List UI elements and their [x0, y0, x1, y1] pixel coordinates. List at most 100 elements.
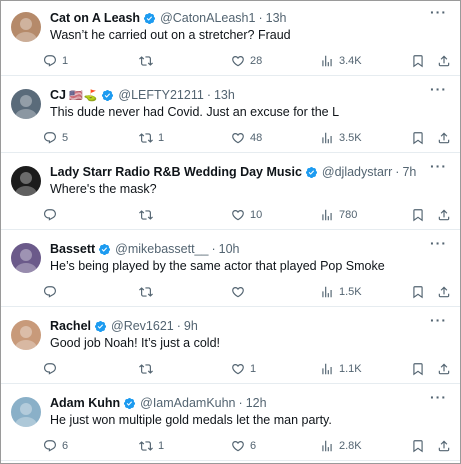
reply-button[interactable] — [43, 207, 62, 223]
more-options-icon[interactable]: ··· — [430, 390, 446, 406]
reply-button[interactable] — [43, 284, 62, 300]
tweet-text: Good job Noah! It’s just a cold! — [50, 336, 221, 350]
like-button[interactable]: 6 — [231, 438, 256, 454]
share-button[interactable] — [437, 438, 451, 454]
views-button[interactable]: 3.4K — [320, 53, 362, 69]
reply-button[interactable] — [43, 361, 62, 377]
views-button[interactable]: 1.1K — [320, 361, 362, 377]
user-handle[interactable]: @LEFTY21211 — [118, 88, 203, 102]
bookmark-button[interactable] — [411, 53, 425, 69]
heart-icon — [231, 439, 245, 453]
bookmark-icon — [411, 362, 425, 376]
retweet-button[interactable]: 1 — [139, 438, 164, 454]
user-handle[interactable]: @CatonALeash1 — [160, 11, 255, 25]
like-button[interactable]: 48 — [231, 130, 262, 146]
view-count: 3.5K — [339, 132, 362, 144]
share-icon — [437, 439, 451, 453]
retweet-button[interactable] — [139, 284, 158, 300]
retweet-button[interactable] — [139, 53, 158, 69]
tweet-text: He’s being played by the same actor that… — [50, 259, 385, 273]
heart-icon — [231, 54, 245, 68]
avatar[interactable] — [11, 397, 41, 427]
bookmark-button[interactable] — [411, 438, 425, 454]
reply-count: 6 — [62, 440, 69, 452]
display-name[interactable]: Cat on A Leash — [50, 11, 140, 25]
share-icon — [437, 362, 451, 376]
reply-icon — [43, 285, 57, 299]
share-button[interactable] — [437, 361, 451, 377]
like-count: 6 — [250, 440, 257, 452]
avatar[interactable] — [11, 243, 41, 273]
avatar[interactable] — [11, 320, 41, 350]
avatar[interactable] — [11, 89, 41, 119]
display-name[interactable]: Lady Starr Radio R&B Wedding Day Music — [50, 165, 302, 179]
tweet-row[interactable]: Lady Starr Radio R&B Wedding Day Music @… — [1, 155, 460, 230]
user-handle[interactable]: @IamAdamKuhn — [140, 396, 235, 410]
more-options-icon[interactable]: ··· — [430, 159, 446, 175]
share-button[interactable] — [437, 130, 451, 146]
timestamp[interactable]: 13h — [266, 11, 287, 25]
bookmark-button[interactable] — [411, 130, 425, 146]
display-name[interactable]: CJ — [50, 88, 66, 102]
share-button[interactable] — [437, 207, 451, 223]
views-icon — [320, 131, 334, 145]
views-button[interactable]: 3.5K — [320, 130, 362, 146]
more-options-icon[interactable]: ··· — [430, 236, 446, 252]
views-button[interactable]: 1.5K — [320, 284, 362, 300]
retweet-icon — [139, 285, 153, 299]
retweet-button[interactable]: 1 — [139, 130, 164, 146]
bookmark-button[interactable] — [411, 284, 425, 300]
bookmark-button[interactable] — [411, 207, 425, 223]
tweet-row[interactable]: Adam Kuhn @IamAdamKuhn · 12h ··· He just… — [1, 386, 460, 461]
share-button[interactable] — [437, 53, 451, 69]
timestamp[interactable]: 12h — [246, 396, 267, 410]
views-button[interactable]: 2.8K — [320, 438, 362, 454]
retweet-count: 1 — [158, 132, 165, 144]
verified-badge-icon — [101, 89, 114, 102]
display-name[interactable]: Adam Kuhn — [50, 396, 120, 410]
like-button[interactable] — [231, 284, 250, 300]
reply-button[interactable]: 5 — [43, 130, 68, 146]
more-options-icon[interactable]: ··· — [430, 5, 446, 21]
retweet-button[interactable] — [139, 361, 158, 377]
display-name[interactable]: Bassett — [50, 242, 95, 256]
avatar[interactable] — [11, 12, 41, 42]
share-button[interactable] — [437, 284, 451, 300]
tweet-row[interactable]: Rachel @Rev1621 · 9h ··· Good job Noah! … — [1, 309, 460, 384]
timestamp[interactable]: 9h — [184, 319, 198, 333]
timestamp[interactable]: 7h — [402, 165, 416, 179]
avatar[interactable] — [11, 166, 41, 196]
action-bar: 5 1 48 3.5K — [43, 130, 453, 146]
tweet-row[interactable]: Cat on A Leash @CatonALeash1 · 13h ··· W… — [1, 1, 460, 76]
tweet-header: Bassett @mikebassett__ · 10h — [50, 240, 424, 258]
retweet-icon — [139, 131, 153, 145]
tweet-row[interactable]: Bassett @mikebassett__ · 10h ··· He’s be… — [1, 232, 460, 307]
separator-dot: · — [395, 165, 400, 179]
heart-icon — [231, 285, 245, 299]
user-handle[interactable]: @mikebassett__ — [115, 242, 208, 256]
user-handle[interactable]: @Rev1621 — [111, 319, 174, 333]
tweet-header: Lady Starr Radio R&B Wedding Day Music @… — [50, 163, 424, 181]
reply-button[interactable]: 1 — [43, 53, 68, 69]
reply-icon — [43, 54, 57, 68]
verified-badge-icon — [98, 243, 111, 256]
like-button[interactable]: 28 — [231, 53, 262, 69]
display-name[interactable]: Rachel — [50, 319, 91, 333]
like-button[interactable]: 10 — [231, 207, 262, 223]
more-options-icon[interactable]: ··· — [430, 82, 446, 98]
retweet-button[interactable] — [139, 207, 158, 223]
tweet-row[interactable]: CJ 🇺🇸⛳ @LEFTY21211 · 13h ··· This dude n… — [1, 78, 460, 153]
bookmark-icon — [411, 54, 425, 68]
timestamp[interactable]: 13h — [214, 88, 235, 102]
reply-count: 5 — [62, 132, 69, 144]
action-bar: 1 28 3.4K — [43, 53, 453, 69]
timestamp[interactable]: 10h — [219, 242, 240, 256]
more-options-icon[interactable]: ··· — [430, 313, 446, 329]
views-button[interactable]: 780 — [320, 207, 357, 223]
user-handle[interactable]: @djladystarr — [322, 165, 392, 179]
reply-button[interactable]: 6 — [43, 438, 68, 454]
reply-icon — [43, 131, 57, 145]
like-button[interactable]: 1 — [231, 361, 256, 377]
share-icon — [437, 54, 451, 68]
bookmark-button[interactable] — [411, 361, 425, 377]
